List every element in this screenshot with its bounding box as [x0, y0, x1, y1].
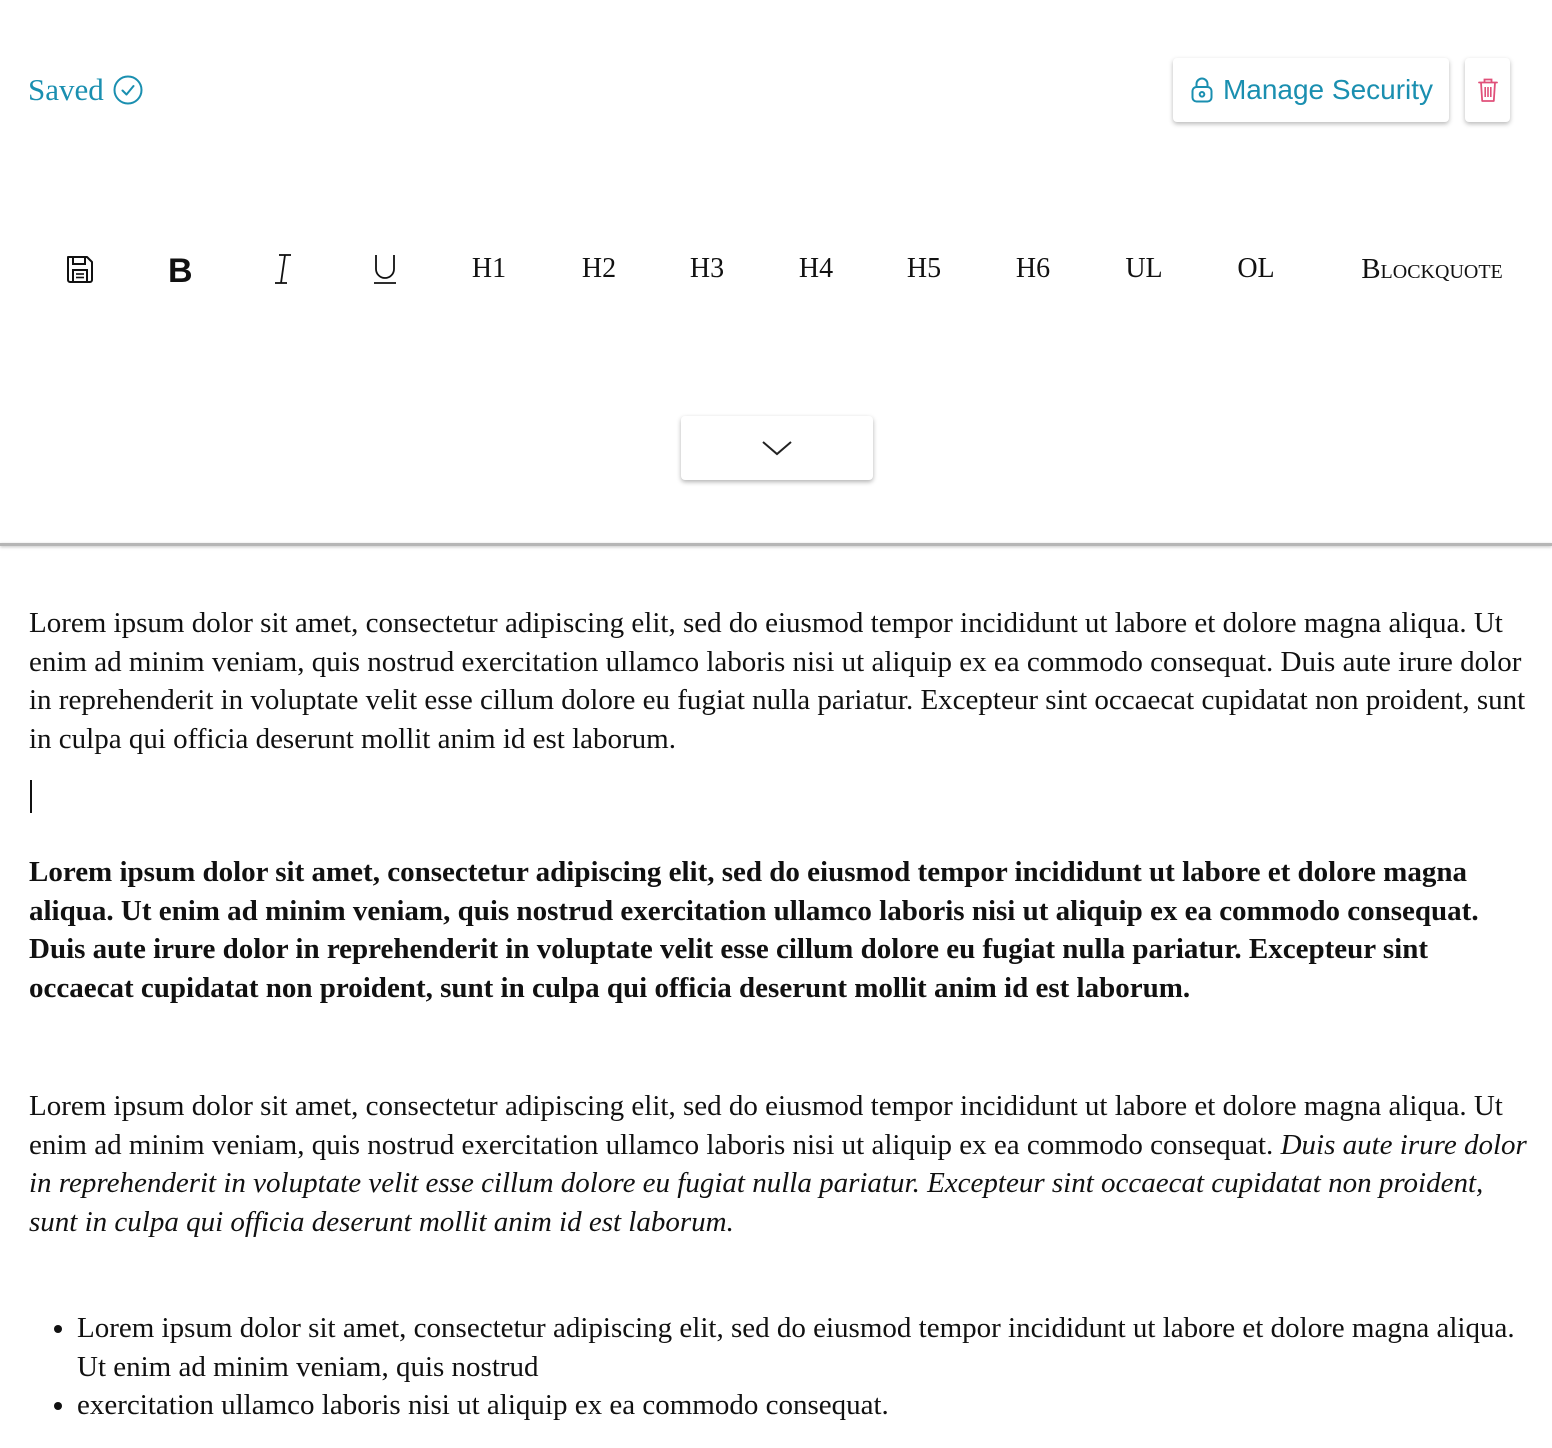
h4-button[interactable]: H4: [787, 240, 845, 298]
bullet-list: Lorem ipsum dolor sit amet, consectetur …: [29, 1309, 1529, 1425]
delete-button[interactable]: [1465, 58, 1510, 122]
trash-icon: [1477, 78, 1498, 102]
h3-button[interactable]: H3: [678, 240, 736, 298]
save-status: Saved: [28, 72, 144, 108]
h6-button[interactable]: H6: [1004, 240, 1062, 298]
text-cursor: [30, 780, 32, 813]
ordered-list-button[interactable]: OL: [1226, 240, 1286, 298]
bold-button[interactable]: B: [160, 240, 200, 298]
floppy-disk-icon: [67, 256, 93, 283]
list-item: Lorem ipsum dolor sit amet, consectetur …: [77, 1309, 1529, 1386]
underline-icon: [374, 255, 396, 284]
editor-content[interactable]: Lorem ipsum dolor sit amet, consectetur …: [29, 604, 1529, 1425]
paragraph: Lorem ipsum dolor sit amet, consectetur …: [29, 607, 1526, 755]
underline-button[interactable]: [365, 240, 405, 298]
h2-button[interactable]: H2: [570, 240, 628, 298]
bold-paragraph: Lorem ipsum dolor sit amet, consectetur …: [29, 856, 1479, 1004]
italic-button[interactable]: [263, 240, 303, 298]
list-item: exercitation ullamco laboris nisi ut ali…: [77, 1386, 1529, 1425]
toolbar-divider: [0, 543, 1552, 546]
blockquote-button[interactable]: Blockquote: [1340, 240, 1524, 298]
italic-icon: [275, 254, 291, 284]
bold-icon: B: [168, 252, 193, 286]
h1-button[interactable]: H1: [460, 240, 518, 298]
save-status-label: Saved: [28, 72, 104, 107]
toolbar-collapse-button[interactable]: [681, 416, 873, 480]
manage-security-label: Manage Security: [1222, 74, 1434, 105]
manage-security-button[interactable]: Manage Security: [1173, 58, 1449, 122]
lock-icon: [1191, 77, 1213, 103]
unordered-list-button[interactable]: UL: [1114, 240, 1174, 298]
svg-text:B: B: [168, 252, 193, 286]
save-tool-button[interactable]: [60, 240, 100, 298]
h5-button[interactable]: H5: [895, 240, 953, 298]
chevron-down-icon: [762, 441, 792, 456]
formatting-toolbar: B H1 H2 H3 H4 H5 H6 UL OL Blockquote: [0, 240, 1552, 298]
mixed-paragraph: Lorem ipsum dolor sit amet, consectetur …: [29, 1087, 1529, 1241]
check-circle-icon: [113, 75, 143, 105]
